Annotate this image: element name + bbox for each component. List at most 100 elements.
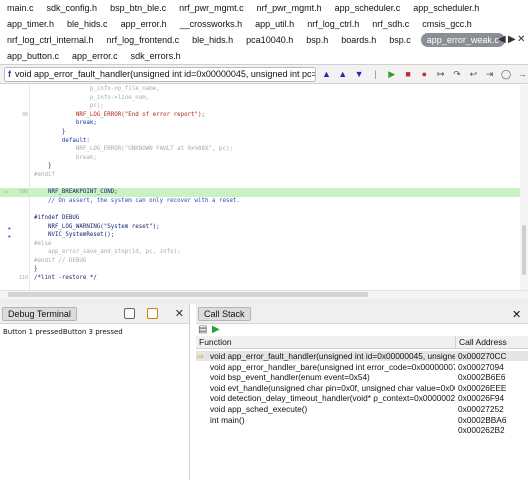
code-line[interactable]: 100 ⇨ NRF_BREAKPOINT_COND; <box>0 188 520 197</box>
call-stack-row[interactable]: void evt_handle(unsigned char pin=0x0f, … <box>196 383 528 393</box>
run-icon[interactable]: ▶ <box>212 324 220 335</box>
file-tab[interactable]: app_error_weak.c <box>420 33 505 47</box>
code-text: break; <box>34 154 97 161</box>
editor-horizontal-scroll-thumb[interactable] <box>8 292 368 297</box>
code-text: NRF_LOG_ERROR("UNKNOWN FAULT at 0x%08X",… <box>34 146 233 153</box>
run-to-cursor-icon[interactable]: ⇥ <box>484 68 495 80</box>
reset-icon[interactable]: ● <box>419 68 430 80</box>
code-line[interactable]: ▸ NRF_LOG_WARNING("System reset"); <box>0 223 520 232</box>
file-tab[interactable]: app_timer.h <box>4 17 57 31</box>
file-tab[interactable]: app_util.h <box>252 17 297 31</box>
call-stack-row[interactable]: void app_sched_execute() 0x00027252 <box>196 404 528 414</box>
code-line[interactable]: #ifndef DEBUG <box>0 214 520 223</box>
tab-row-1: main.c sdk_config.h bsp_btn_ble.c nrf_pwr_m… <box>0 0 528 16</box>
code-line[interactable]: p_info->p_file_name, <box>0 85 520 94</box>
file-tab[interactable]: app_button.c <box>4 49 62 63</box>
debug-terminal-output[interactable]: Button 1 pressedButton 3 pressed <box>0 324 189 340</box>
file-tab[interactable]: main.c <box>4 1 37 15</box>
file-tab[interactable]: nrf_sdh.c <box>369 17 412 31</box>
call-stack-function: void bsp_event_handler(enum event=0x54) <box>210 372 370 383</box>
file-tab[interactable]: nrf_log_ctrl_internal.h <box>4 33 97 47</box>
toolbar-more-icon[interactable]: → <box>517 68 528 80</box>
call-stack-row[interactable]: void detection_delay_timeout_handler(voi… <box>196 393 528 403</box>
step-into-icon[interactable]: ↦ <box>435 68 446 80</box>
stop-icon[interactable]: ■ <box>402 68 413 80</box>
tab-row-4: app_button.c app_error.c sdk_errors.h <box>0 48 528 64</box>
code-text: /*lint -restore */ <box>34 275 97 282</box>
code-line[interactable]: } <box>0 162 520 171</box>
close-tab-icon[interactable]: ✕ <box>517 34 525 45</box>
code-line[interactable]: } <box>0 265 520 274</box>
call-stack-address: 0x000262B2 <box>458 425 505 436</box>
navigate-back-icon[interactable]: ▲ <box>321 68 332 80</box>
call-stack-row[interactable]: int main() 0x0002BBA6 <box>196 415 528 425</box>
file-tab[interactable]: sdk_config.h <box>44 1 101 15</box>
file-tab[interactable]: pca10040.h <box>243 33 296 47</box>
call-stack-row[interactable]: void bsp_event_handler(enum event=0x54) 0… <box>196 372 528 382</box>
close-debug-terminal-icon[interactable]: ✕ <box>175 307 184 320</box>
navigate-up-icon[interactable]: ▲ <box>337 68 348 80</box>
code-line[interactable]: default: <box>0 137 520 146</box>
file-tab[interactable]: nrf_pwr_mgmt.h <box>254 1 325 15</box>
step-out-icon[interactable]: ↩ <box>468 68 479 80</box>
continue-icon[interactable]: ▶ <box>386 68 397 80</box>
code-line[interactable]: // On assert, the system can only recove… <box>0 197 520 206</box>
tab-row-2: app_timer.h ble_hids.c app_error.h __crossw… <box>0 16 528 32</box>
call-stack-tab[interactable]: Call Stack <box>198 307 251 321</box>
call-stack-address: 0x00027094 <box>458 361 504 372</box>
editor-vertical-scroll-thumb[interactable] <box>522 225 526 275</box>
code-line[interactable]: #else <box>0 240 520 249</box>
debug-terminal-tab[interactable]: Debug Terminal <box>2 307 77 321</box>
file-tab[interactable]: ble_hids.h <box>189 33 236 47</box>
call-stack-row[interactable]: 0x000262B2 <box>196 425 528 435</box>
code-line[interactable]: break; <box>0 119 520 128</box>
file-tab[interactable]: bsp.c <box>386 33 414 47</box>
function-column-header[interactable]: Function <box>196 336 455 349</box>
tab-scroll-left-icon[interactable]: ◀ <box>498 34 506 45</box>
file-tab[interactable]: __crossworks.h <box>177 17 246 31</box>
step-over-icon[interactable]: ↷ <box>451 68 462 80</box>
file-tab[interactable]: nrf_pwr_mgmt.c <box>176 1 247 15</box>
code-text: // On assert, the system can only recove… <box>34 197 240 204</box>
file-tab[interactable]: nrf_log_ctrl.h <box>304 17 362 31</box>
code-line[interactable]: NRF_LOG_ERROR("UNKNOWN FAULT at 0x%08X",… <box>0 145 520 154</box>
file-tab[interactable]: ble_hids.c <box>64 17 111 31</box>
file-tab[interactable]: app_scheduler.c <box>332 1 404 15</box>
code-text: NRF_LOG_ERROR("End of error report"); <box>34 111 206 118</box>
close-call-stack-icon[interactable]: ✕ <box>512 308 521 321</box>
clear-terminal-icon[interactable] <box>124 308 135 319</box>
file-tab[interactable]: bsp_btn_ble.c <box>107 1 169 15</box>
code-line[interactable]: 98 NRF_LOG_ERROR("End of error report"); <box>0 111 520 120</box>
function-selector[interactable]: f void app_error_fault_handler(unsigned … <box>4 66 316 82</box>
code-line[interactable]: break; <box>0 154 520 163</box>
code-line[interactable]: pc); <box>0 102 520 111</box>
call-stack-settings-icon[interactable]: ▤ <box>198 324 207 335</box>
navigate-down-icon[interactable]: ▼ <box>353 68 364 80</box>
watch-glasses-icon[interactable]: ◯ <box>500 68 511 80</box>
code-line[interactable]: #endif // DEBUG <box>0 257 520 266</box>
code-line[interactable]: #endif <box>0 171 520 180</box>
file-tab[interactable]: cmsis_gcc.h <box>419 17 475 31</box>
code-line[interactable]: } <box>0 128 520 137</box>
code-line[interactable]: p_info->line_num, <box>0 94 520 103</box>
file-tab[interactable]: bsp.h <box>303 33 331 47</box>
code-line[interactable] <box>0 180 520 189</box>
tab-scroll-right-icon[interactable]: ▶ <box>508 34 516 45</box>
file-tab[interactable]: app_error.h <box>118 17 170 31</box>
call-address-column-header[interactable]: Call Address <box>455 336 528 349</box>
code-text: p_info->line_num, <box>34 94 150 101</box>
file-tab[interactable]: sdk_errors.h <box>128 49 184 63</box>
code-line[interactable] <box>0 205 520 214</box>
file-tab[interactable]: app_scheduler.h <box>410 1 482 15</box>
call-stack-row[interactable]: void app_error_handler_bare(unsigned int… <box>196 362 528 372</box>
code-line[interactable]: 110 /*lint -restore */ <box>0 274 520 283</box>
file-tab[interactable]: app_error.c <box>69 49 121 63</box>
code-line[interactable]: ▸ NVIC_SystemReset(); <box>0 231 520 240</box>
code-editor[interactable]: p_info->p_file_name, p_info->line_num, p… <box>0 85 520 290</box>
file-tab[interactable]: boards.h <box>338 33 379 47</box>
code-text: } <box>34 128 66 135</box>
code-line[interactable]: app_error_save_and_stop(id, pc, info); <box>0 248 520 257</box>
call-stack-row[interactable]: ⇨ void app_error_fault_handler(unsigned i… <box>196 351 528 361</box>
terminal-options-icon[interactable] <box>147 308 158 319</box>
file-tab[interactable]: nrf_log_frontend.c <box>104 33 183 47</box>
